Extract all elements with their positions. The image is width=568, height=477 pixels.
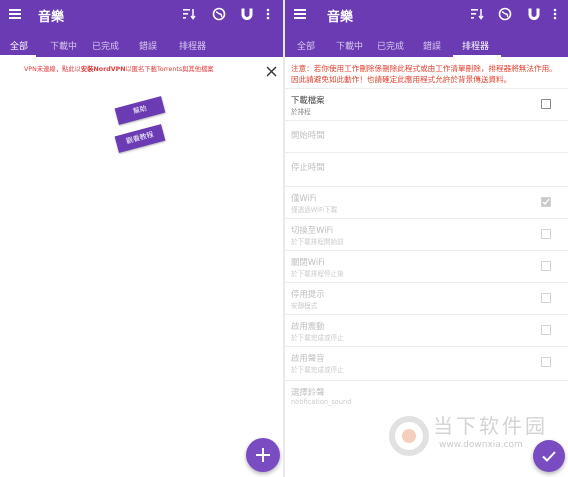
more-vert-icon[interactable] bbox=[552, 7, 558, 21]
tab-completed[interactable]: 已完成 bbox=[377, 39, 404, 52]
magnet-icon[interactable] bbox=[527, 7, 541, 21]
help-button[interactable]: 幫助 bbox=[114, 96, 166, 125]
app-bar: 音樂 bbox=[0, 0, 283, 29]
setting-row: 啟用聲音於下載完成或停止 bbox=[285, 346, 568, 380]
setting-subtitle: 於下載排程停止後 bbox=[291, 270, 344, 278]
app-title: 音樂 bbox=[38, 10, 65, 25]
more-vert-icon[interactable] bbox=[265, 7, 271, 21]
vpn-banner-text: VPN未連線，點此以安裝NordVPN以匿名下載Torrents與其他檔案 bbox=[24, 66, 214, 73]
sort-icon[interactable] bbox=[470, 7, 484, 21]
setting-title: 停止時間 bbox=[291, 162, 325, 172]
setting-title: 切換至WiFi bbox=[291, 225, 334, 235]
setting-row: 停用提示 安靜模式 bbox=[285, 282, 568, 314]
watermark-logo-icon bbox=[389, 416, 429, 456]
tab-bar: 全部 下載中 已完成 錯誤 排程器 bbox=[285, 29, 568, 57]
setting-row: 啟用震動於下載完成或停止 bbox=[285, 314, 568, 346]
tab-downloading[interactable]: 下載中 bbox=[336, 39, 363, 52]
watch-tutorial-button[interactable]: 觀看教程 bbox=[114, 124, 166, 153]
setting-subtitle: 於下載排程開始前 bbox=[291, 238, 344, 246]
active-tab-indicator bbox=[453, 55, 501, 57]
tab-errors[interactable]: 錯誤 bbox=[423, 39, 441, 52]
setting-subtitle: 於下載完成或停止 bbox=[291, 366, 344, 374]
globe-icon[interactable] bbox=[212, 7, 226, 21]
setting-checkbox bbox=[541, 293, 551, 303]
setting-checkbox bbox=[541, 261, 551, 271]
watermark-text: 当下软件园 bbox=[433, 414, 548, 438]
setting-title: 下載檔案 bbox=[291, 95, 325, 105]
setting-checkbox bbox=[541, 229, 551, 239]
setting-checkbox bbox=[541, 357, 551, 367]
tab-all[interactable]: 全部 bbox=[10, 39, 28, 52]
tab-errors[interactable]: 錯誤 bbox=[139, 39, 157, 52]
watermark-url: www.downxia.com bbox=[439, 440, 523, 450]
setting-title: 選擇鈴聲 bbox=[291, 387, 325, 397]
setting-row: 關閉WiFi 於下載排程停止後 bbox=[285, 250, 568, 282]
vpn-banner[interactable]: VPN未連線，點此以安裝NordVPN以匿名下載Torrents與其他檔案 bbox=[0, 57, 283, 79]
setting-checkbox bbox=[541, 197, 551, 207]
setting-row: 僅WiFi 僅透過WiFi下載 bbox=[285, 186, 568, 218]
setting-subtitle: notification_sound bbox=[291, 398, 352, 406]
scheduler-warning: 注意：若你使用工作刪除係刪除此程式或由工作清單刪除，排程器將無法作用。因此請避免… bbox=[291, 64, 557, 84]
scheduler-screen: 音樂 全部 下載中 已完成 錯誤 排程器 注意：若你使用工作刪除係刪除此程式或由… bbox=[285, 0, 568, 477]
setting-subtitle: 於排程 bbox=[291, 108, 311, 116]
menu-icon[interactable] bbox=[9, 9, 21, 19]
setting-title: 停用提示 bbox=[291, 289, 325, 299]
setting-row: 選擇鈴聲 notification_sound bbox=[285, 380, 568, 414]
setting-row: 開始時間 bbox=[285, 120, 568, 152]
setting-row: 切換至WiFi 於下載排程開始前 bbox=[285, 218, 568, 250]
plus-icon bbox=[256, 448, 270, 462]
setting-checkbox[interactable] bbox=[541, 99, 551, 109]
magnet-icon[interactable] bbox=[240, 7, 254, 21]
tab-completed[interactable]: 已完成 bbox=[92, 39, 119, 52]
downloads-screen: 音樂 全部 下載中 已完成 錯誤 排程器 VPN未連線，點此以安裝NordVPN… bbox=[0, 0, 283, 477]
sort-icon[interactable] bbox=[182, 7, 196, 21]
app-bar: 音樂 bbox=[285, 0, 568, 29]
app-title: 音樂 bbox=[327, 10, 354, 25]
setting-subtitle: 安靜模式 bbox=[291, 302, 318, 310]
setting-row: 停止時間 bbox=[285, 152, 568, 186]
setting-subtitle: 僅透過WiFi下載 bbox=[291, 206, 338, 214]
setting-subtitle: 於下載完成或停止 bbox=[291, 334, 344, 342]
setting-title: 啟用聲音 bbox=[291, 353, 325, 363]
setting-row[interactable]: 下載檔案 於排程 bbox=[285, 88, 568, 120]
add-download-button[interactable] bbox=[246, 438, 280, 472]
tab-downloading[interactable]: 下載中 bbox=[50, 39, 77, 52]
setting-title: 關閉WiFi bbox=[291, 257, 325, 267]
tab-all[interactable]: 全部 bbox=[297, 39, 315, 52]
tab-scheduler[interactable]: 排程器 bbox=[462, 39, 489, 52]
tab-scheduler[interactable]: 排程器 bbox=[179, 39, 206, 52]
watermark: 当下软件园 www.downxia.com bbox=[387, 410, 567, 470]
tab-bar: 全部 下載中 已完成 錯誤 排程器 bbox=[0, 29, 283, 57]
close-icon[interactable] bbox=[266, 62, 277, 77]
setting-title: 僅WiFi bbox=[291, 193, 317, 203]
setting-title: 啟用震動 bbox=[291, 321, 325, 331]
setting-checkbox bbox=[541, 325, 551, 335]
setting-title: 開始時間 bbox=[291, 130, 325, 140]
globe-icon[interactable] bbox=[498, 7, 512, 21]
menu-icon[interactable] bbox=[294, 9, 306, 19]
